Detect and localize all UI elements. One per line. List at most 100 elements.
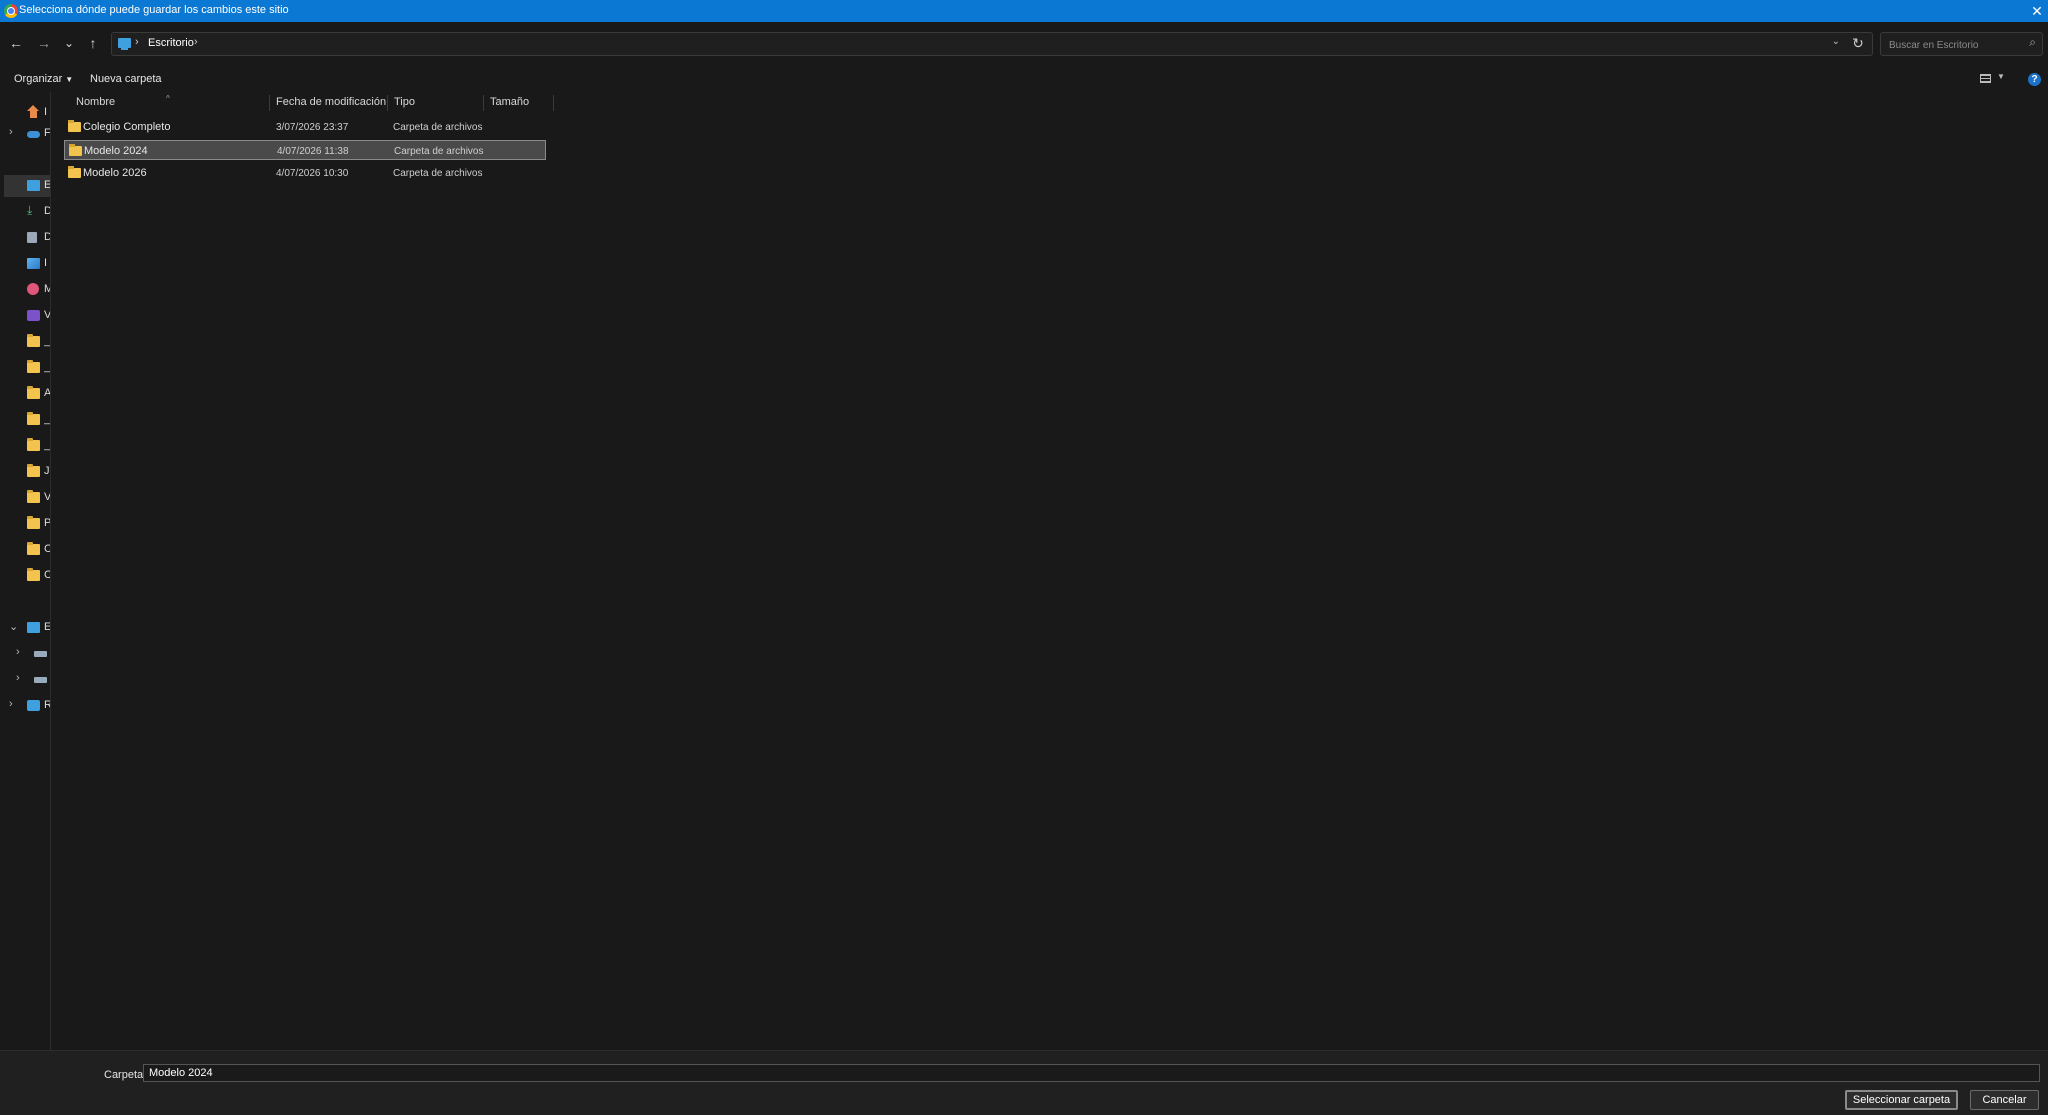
nav-pane-item[interactable]: V [0,487,50,509]
nav-pane-item[interactable]: M [0,279,50,301]
back-button[interactable]: ← [6,33,26,53]
window-title: Selecciona dónde puede guardar los cambi… [19,4,289,16]
document-icon [27,232,37,243]
dialog-footer: Carpeta: Seleccionar carpeta Cancelar [0,1050,2048,1115]
file-modified: 4/07/2026 11:38 [277,146,349,157]
address-bar[interactable]: › Escritorio › ⌄ [111,32,1873,56]
organize-button[interactable]: Organizar ▼ [14,73,73,85]
folder-icon [69,144,82,156]
folder-label: Carpeta: [104,1069,147,1081]
up-button[interactable]: ↑ [83,33,103,53]
breadcrumb-separator[interactable]: › [194,36,198,48]
nav-pane-item[interactable]: I [0,253,50,275]
nav-pane-item-label: J [44,465,50,477]
search-icon[interactable]: ⌕ [2029,35,2036,50]
file-row[interactable]: Modelo 2026 4/07/2026 10:30 Carpeta de arc… [64,163,546,183]
nav-pane-item-label: _ [44,439,50,451]
nav-pane-item-label: F [44,127,50,139]
details-view-icon [1980,74,1991,83]
column-header-date[interactable]: Fecha de modificación [276,93,388,111]
nav-pane-item-label: P [44,517,50,529]
file-row[interactable]: Modelo 2024 4/07/2026 11:38 Carpeta de arc… [64,140,546,160]
file-name: Colegio Completo [83,121,171,133]
close-button[interactable]: ✕ [2026,0,2048,22]
folder-icon [27,490,40,503]
folder-icon [68,120,81,132]
drive-icon [34,677,47,683]
nav-pane-item[interactable]: _ [0,409,50,431]
desktop-icon [27,180,40,191]
search-input[interactable] [1887,36,2021,54]
network-icon [27,700,40,711]
chevron-right-icon[interactable]: › [9,126,13,138]
cancel-button[interactable]: Cancelar [1970,1090,2039,1110]
download-icon: ⤓ [27,203,33,217]
nav-pane-item-label: E [44,621,50,633]
breadcrumb-escritorio[interactable]: Escritorio [148,37,194,49]
search-box[interactable]: ⌕ [1880,32,2043,56]
cloud-icon [27,131,40,138]
nav-pane-item[interactable]: _ [0,331,50,353]
nav-pane-item[interactable]: D [0,227,50,249]
nav-pane-item[interactable]: P [0,513,50,535]
folder-icon [27,360,40,373]
folder-icon [27,542,40,555]
column-header-name[interactable]: Nombre [76,93,270,111]
forward-button[interactable]: → [34,33,54,53]
file-type: Carpeta de archivos [393,168,483,179]
help-button[interactable]: ? [2028,73,2041,86]
recent-locations-button[interactable]: ⌄ [59,33,79,53]
nav-pane-item[interactable]: J [0,461,50,483]
nav-pane-item[interactable]: ⤓ D [0,201,50,223]
nav-pane-item-label: _ [44,335,50,347]
folder-icon [68,166,81,178]
nav-pane-item[interactable]: ⌄ E [0,617,50,639]
nav-pane-item[interactable]: A [0,383,50,405]
nav-pane-item[interactable]: C [0,539,50,561]
nav-pane-item[interactable]: E [4,175,50,197]
sort-ascending-icon: ^ [166,94,170,103]
folder-icon [27,412,40,425]
nav-pane-item[interactable]: V [0,305,50,327]
chrome-icon [4,4,18,18]
nav-pane-item[interactable]: I [0,102,50,124]
folder-icon [27,516,40,529]
nav-pane-item-label: I [44,257,48,269]
title-bar: Selecciona dónde puede guardar los cambi… [0,0,2048,22]
nav-pane-item-label: M [44,283,50,295]
pictures-icon [27,258,40,269]
nav-pane-item-label: _ [44,413,50,425]
view-options-button[interactable]: ▼ [1976,71,2008,87]
chevron-right-icon[interactable]: › [9,698,13,710]
refresh-button[interactable]: ↻ [1848,33,1868,53]
new-folder-button[interactable]: Nueva carpeta [90,73,162,85]
navigation-bar: ← → ⌄ ↑ › Escritorio › ⌄ ↻ ⌕ [0,23,2048,65]
breadcrumb-separator[interactable]: › [135,36,139,48]
select-folder-button[interactable]: Seleccionar carpeta [1845,1090,1958,1110]
nav-pane-item[interactable]: › F [0,123,50,145]
folder-name-input[interactable] [143,1064,2040,1082]
file-row[interactable]: Colegio Completo 3/07/2026 23:37 Carpeta d… [64,117,546,137]
nav-pane-item[interactable]: › R [0,695,50,717]
organize-label: Organizar [14,73,63,85]
chevron-down-icon[interactable]: ⌄ [9,620,18,633]
nav-pane-item-label: _ [44,361,50,373]
folder-icon [27,464,40,477]
chevron-down-icon[interactable]: ⌄ [1832,36,1840,47]
nav-pane-item-label: C [44,543,50,555]
nav-pane-item[interactable]: › [0,643,50,665]
nav-pane-item-label: D [44,231,50,243]
command-bar: Organizar ▼ Nueva carpeta ▼ ? [0,68,2048,92]
nav-pane-item[interactable]: _ [0,357,50,379]
column-header-type[interactable]: Tipo [394,93,484,111]
column-header-size[interactable]: Tamaño [490,93,554,111]
music-icon [27,283,39,295]
nav-pane-item[interactable]: › [0,669,50,691]
nav-pane-item-label: D [44,205,50,217]
chevron-right-icon[interactable]: › [16,646,20,658]
file-type: Carpeta de archivos [394,146,484,157]
chevron-right-icon[interactable]: › [16,672,20,684]
nav-pane-item-label: C [44,569,50,581]
nav-pane-item[interactable]: _ [0,435,50,457]
nav-pane-item[interactable]: C [0,565,50,587]
